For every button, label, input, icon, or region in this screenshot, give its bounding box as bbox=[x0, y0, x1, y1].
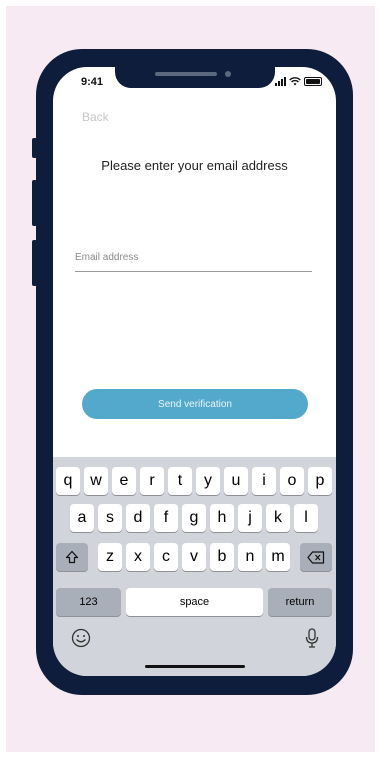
wifi-icon bbox=[289, 77, 301, 86]
key-z[interactable]: z bbox=[98, 543, 122, 571]
key-t[interactable]: t bbox=[168, 467, 192, 495]
key-q[interactable]: q bbox=[56, 467, 80, 495]
numbers-key[interactable]: 123 bbox=[56, 588, 121, 616]
page-title: Please enter your email address bbox=[101, 158, 288, 173]
backspace-icon bbox=[307, 550, 325, 564]
space-key[interactable]: space bbox=[126, 588, 263, 616]
key-d[interactable]: d bbox=[126, 504, 150, 532]
key-k[interactable]: k bbox=[266, 504, 290, 532]
send-verification-button[interactable]: Send verification bbox=[82, 389, 308, 419]
key-g[interactable]: g bbox=[182, 504, 206, 532]
key-p[interactable]: p bbox=[308, 467, 332, 495]
key-u[interactable]: u bbox=[224, 467, 248, 495]
key-s[interactable]: s bbox=[98, 504, 122, 532]
status-time: 9:41 bbox=[81, 76, 104, 88]
key-c[interactable]: c bbox=[154, 543, 178, 571]
key-e[interactable]: e bbox=[112, 467, 136, 495]
key-a[interactable]: a bbox=[70, 504, 94, 532]
emoji-icon[interactable] bbox=[71, 628, 91, 648]
key-i[interactable]: i bbox=[252, 467, 276, 495]
return-key[interactable]: return bbox=[268, 588, 332, 616]
key-o[interactable]: o bbox=[280, 467, 304, 495]
speaker bbox=[155, 72, 217, 76]
back-button[interactable]: Back bbox=[82, 110, 109, 124]
key-m[interactable]: m bbox=[266, 543, 290, 571]
key-x[interactable]: x bbox=[126, 543, 150, 571]
backspace-key[interactable] bbox=[300, 543, 332, 571]
key-h[interactable]: h bbox=[210, 504, 234, 532]
battery-icon bbox=[304, 77, 322, 86]
key-j[interactable]: j bbox=[238, 504, 262, 532]
email-field-underline bbox=[75, 271, 312, 272]
shift-icon bbox=[65, 550, 79, 564]
key-f[interactable]: f bbox=[154, 504, 178, 532]
camera bbox=[225, 71, 231, 77]
status-icons bbox=[275, 77, 322, 86]
home-indicator[interactable] bbox=[145, 665, 245, 668]
key-v[interactable]: v bbox=[182, 543, 206, 571]
notch bbox=[115, 67, 275, 88]
phone-screen: 9:41 Back Please enter your email addres… bbox=[53, 67, 336, 676]
email-field[interactable]: Email address bbox=[75, 252, 138, 263]
signal-icon bbox=[275, 77, 286, 86]
key-w[interactable]: w bbox=[84, 467, 108, 495]
key-n[interactable]: n bbox=[238, 543, 262, 571]
key-l[interactable]: l bbox=[294, 504, 318, 532]
keyboard: q w e r t y u i o p a s d f g h j k l z … bbox=[53, 457, 336, 676]
key-r[interactable]: r bbox=[140, 467, 164, 495]
key-b[interactable]: b bbox=[210, 543, 234, 571]
key-y[interactable]: y bbox=[196, 467, 220, 495]
shift-key[interactable] bbox=[56, 543, 88, 571]
microphone-icon[interactable] bbox=[305, 628, 319, 648]
